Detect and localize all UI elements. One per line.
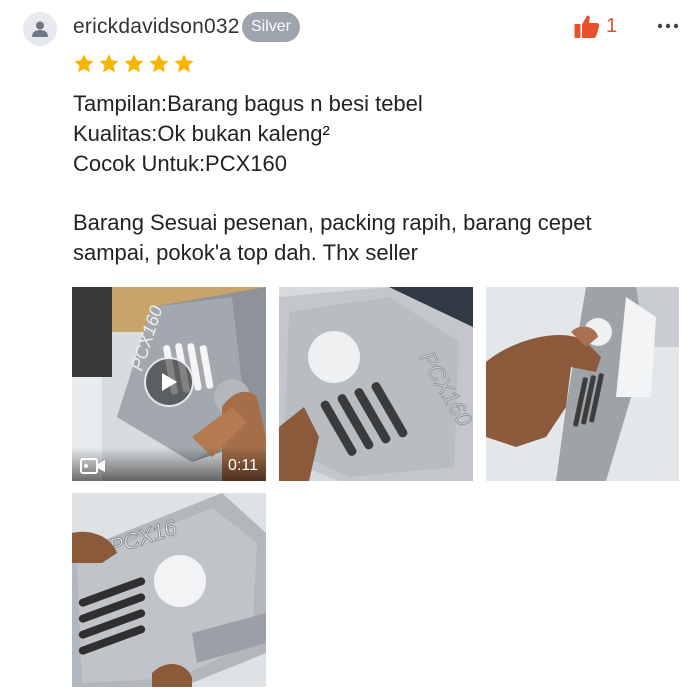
review-attribute-appearance: Tampilan:Barang bagus n besi tebel	[73, 91, 423, 116]
review-photo-thumbnail[interactable]: PCX160	[279, 287, 473, 481]
review-comment-line: Barang Sesuai pesenan, packing rapih, ba…	[73, 210, 592, 235]
video-info-bar: 0:11	[72, 447, 266, 481]
reviewer-username[interactable]: erickdavidson032	[73, 14, 240, 40]
review-photo-thumbnail[interactable]: PCX16	[72, 493, 266, 687]
star-icon	[124, 54, 144, 73]
more-dots-icon[interactable]	[656, 16, 680, 36]
avatar[interactable]	[23, 12, 57, 46]
like-count: 1	[606, 15, 618, 37]
review-video-thumbnail[interactable]: PCX160 0:11	[72, 287, 266, 481]
thumbs-up-icon[interactable]	[573, 12, 601, 40]
user-icon	[32, 21, 48, 37]
review-text: Tampilan:Barang bagus n besi tebel Kuali…	[73, 89, 683, 268]
product-photo-image	[486, 287, 679, 481]
play-icon	[162, 373, 177, 391]
star-icon	[99, 54, 119, 73]
review-comment: Barang Sesuai pesenan, packing rapih, ba…	[73, 208, 683, 268]
star-rating	[73, 53, 195, 75]
video-duration: 0:11	[228, 457, 258, 474]
star-icon	[149, 54, 169, 73]
review-attribute-fit: Cocok Untuk:PCX160	[73, 151, 287, 176]
review-photo-thumbnail[interactable]	[486, 287, 679, 481]
video-camera-icon	[80, 458, 105, 474]
review-comment-line: sampai, pokok'a top dah. Thx seller	[73, 240, 418, 265]
play-button[interactable]	[144, 357, 194, 407]
product-photo-image: PCX16	[72, 493, 266, 687]
review-attribute-quality: Kualitas:Ok bukan kaleng²	[73, 121, 330, 146]
star-icon	[174, 54, 194, 73]
product-photo-image: PCX160	[279, 287, 473, 481]
member-tier-badge: Silver	[242, 12, 300, 42]
star-icon	[74, 54, 94, 73]
